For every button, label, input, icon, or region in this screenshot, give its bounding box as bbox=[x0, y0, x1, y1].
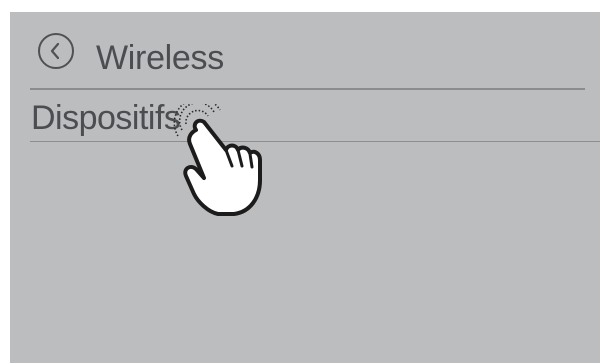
device-screen: Wireless Dispositifs bbox=[10, 12, 600, 363]
list-item-dispositifs[interactable]: Dispositifs bbox=[10, 90, 600, 142]
tap-hand-icon bbox=[173, 104, 262, 216]
header-bar: Wireless bbox=[10, 12, 595, 90]
back-button[interactable] bbox=[38, 33, 74, 69]
page-title: Wireless bbox=[96, 39, 224, 77]
chevron-left-icon bbox=[50, 42, 60, 60]
list-item-label: Dispositifs bbox=[31, 99, 181, 137]
item-divider bbox=[30, 141, 600, 142]
